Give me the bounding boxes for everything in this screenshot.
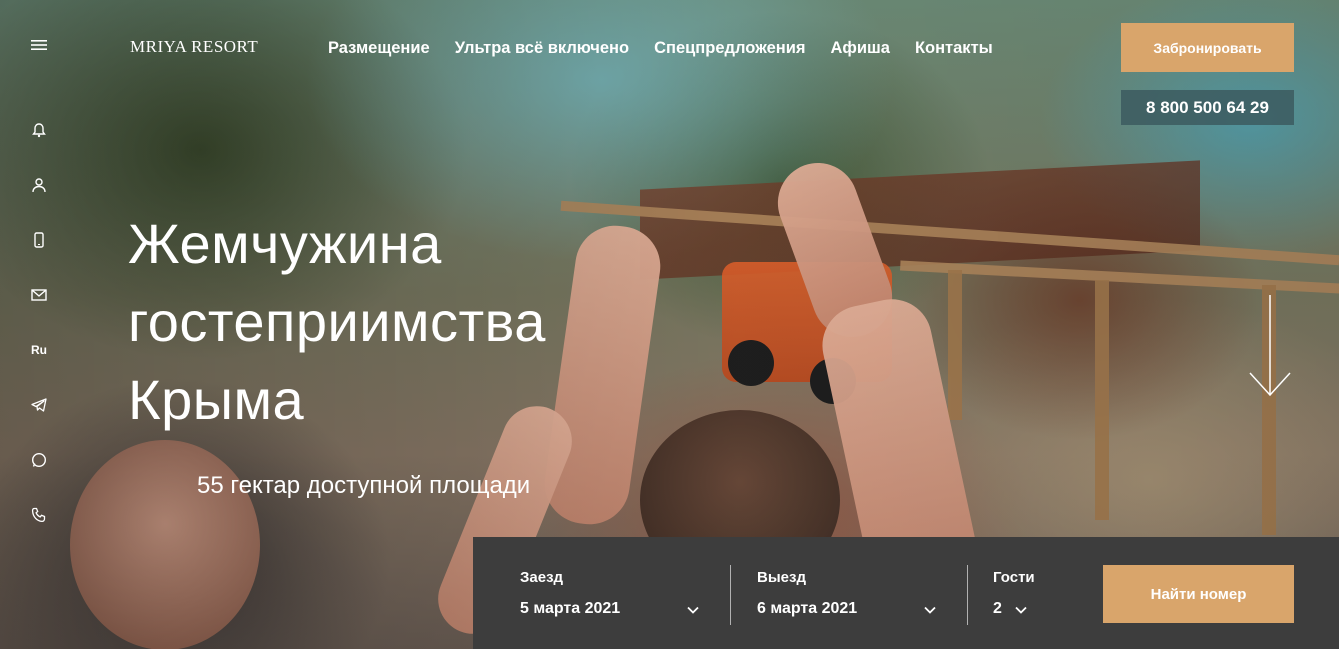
nav-item-contacts[interactable]: Контакты — [915, 39, 993, 58]
hero-title-line: гостеприимства — [128, 290, 546, 353]
checkout-label: Выезд — [757, 569, 806, 586]
guests-field[interactable]: Гости 2 — [993, 537, 1083, 649]
language-switch[interactable]: Ru — [26, 340, 52, 360]
guests-value[interactable]: 2 — [993, 600, 1002, 618]
whatsapp-icon[interactable] — [26, 450, 52, 470]
scroll-down-arrow-icon[interactable] — [1246, 295, 1294, 400]
hero-title-line: Крыма — [128, 368, 305, 431]
find-room-button[interactable]: Найти номер — [1103, 565, 1294, 623]
nav-item-events[interactable]: Афиша — [831, 39, 890, 58]
call-icon[interactable] — [26, 505, 52, 525]
field-divider — [730, 565, 731, 625]
bell-icon[interactable] — [26, 120, 52, 140]
nav-item-accommodation[interactable]: Размещение — [328, 39, 430, 58]
checkout-value[interactable]: 6 марта 2021 — [757, 600, 857, 618]
hero-title: Жемчужина гостеприимства Крыма — [128, 205, 688, 439]
main-nav: Размещение Ультра всё включено Спецпредл… — [328, 39, 993, 58]
checkin-value[interactable]: 5 марта 2021 — [520, 600, 620, 618]
hero-subtitle: 55 гектар доступной площади — [197, 472, 531, 499]
guests-label: Гости — [993, 569, 1035, 586]
nav-item-special-offers[interactable]: Спецпредложения — [654, 39, 805, 58]
telegram-icon[interactable] — [26, 395, 52, 415]
menu-icon[interactable] — [26, 35, 52, 55]
checkin-field[interactable]: Заезд 5 марта 2021 — [520, 537, 720, 649]
mail-icon[interactable] — [26, 285, 52, 305]
hero-title-line: Жемчужина — [128, 212, 442, 275]
user-icon[interactable] — [26, 175, 52, 195]
brand-logo[interactable]: MRIYA RESORT — [130, 37, 258, 57]
chevron-down-icon[interactable] — [923, 603, 937, 617]
field-divider — [967, 565, 968, 625]
book-button[interactable]: Забронировать — [1121, 23, 1294, 72]
booking-form: Заезд 5 марта 2021 Выезд 6 марта 2021 Го… — [473, 537, 1339, 649]
checkin-label: Заезд — [520, 569, 564, 586]
chevron-down-icon[interactable] — [1014, 603, 1028, 617]
phone-device-icon[interactable] — [26, 230, 52, 250]
phone-number-link[interactable]: 8 800 500 64 29 — [1121, 90, 1294, 125]
checkout-field[interactable]: Выезд 6 марта 2021 — [757, 537, 957, 649]
chevron-down-icon[interactable] — [686, 603, 700, 617]
nav-item-ultra-all-inclusive[interactable]: Ультра всё включено — [455, 39, 629, 58]
